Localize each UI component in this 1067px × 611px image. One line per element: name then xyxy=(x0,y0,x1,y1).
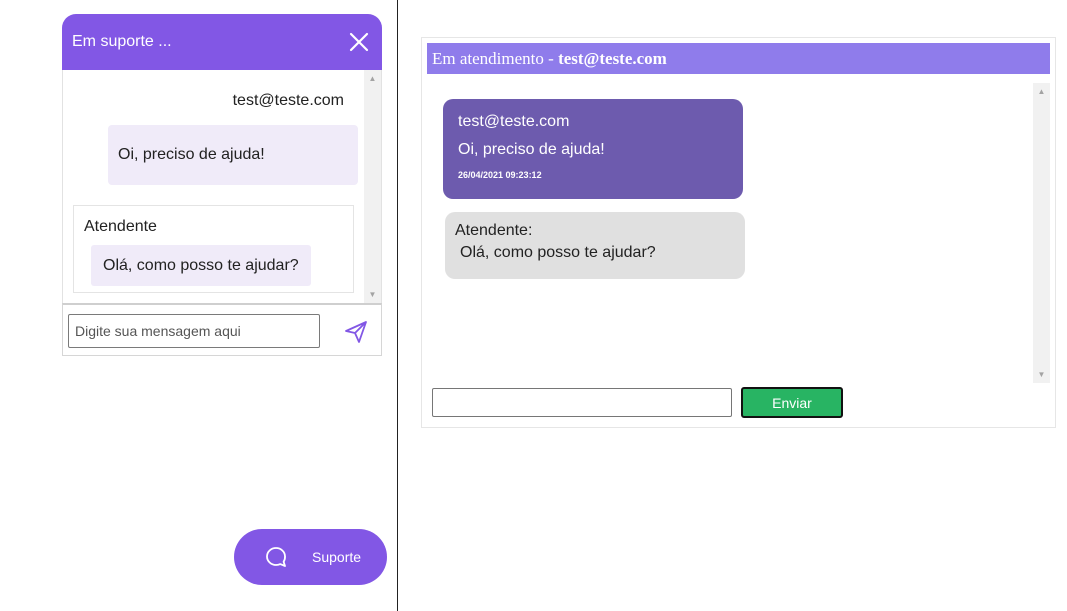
vertical-divider xyxy=(397,0,398,611)
agent-chat-panel: Em atendimento - test@teste.com test@tes… xyxy=(421,37,1056,428)
support-button[interactable]: Suporte xyxy=(234,529,387,585)
panel-message-input[interactable] xyxy=(432,388,732,417)
widget-composer xyxy=(62,303,382,356)
user-message-text: Oi, preciso de ajuda! xyxy=(118,146,265,163)
send-icon[interactable] xyxy=(343,319,369,345)
widget-header: Em suporte ... xyxy=(62,14,382,70)
agent-message-text: Olá, como posso te ajudar? xyxy=(103,256,299,274)
panel-header: Em atendimento - test@teste.com xyxy=(427,43,1050,74)
panel-title-prefix: Em atendimento - xyxy=(432,48,559,68)
message-input[interactable] xyxy=(68,314,320,348)
widget-message-list: test@teste.com Oi, preciso de ajuda! Ate… xyxy=(63,70,364,303)
widget-scrollbar[interactable]: ▲ ▼ xyxy=(364,70,381,303)
panel-user-text: Oi, preciso de ajuda! xyxy=(458,141,605,158)
panel-agent-label: Atendente: xyxy=(455,222,533,239)
user-author-label: test@teste.com xyxy=(232,92,344,109)
widget-title: Em suporte ... xyxy=(72,33,172,50)
scroll-up-icon[interactable]: ▲ xyxy=(1033,83,1050,100)
panel-agent-text: Olá, como posso te ajudar? xyxy=(460,244,656,261)
chat-icon xyxy=(266,547,286,567)
send-button[interactable]: Enviar xyxy=(741,387,843,418)
support-chat-widget: Em suporte ... test@teste.com Oi, precis… xyxy=(62,14,382,356)
panel-user-timestamp: 26/04/2021 09:23:12 xyxy=(458,170,542,180)
user-message-bubble: Oi, preciso de ajuda! xyxy=(108,125,358,185)
support-button-label: Suporte xyxy=(312,549,362,565)
scroll-up-icon[interactable]: ▲ xyxy=(364,70,381,87)
panel-title-email: test@teste.com xyxy=(558,48,667,68)
agent-author-label: Atendente xyxy=(84,218,157,235)
scroll-down-icon[interactable]: ▼ xyxy=(1033,366,1050,383)
panel-messages-area[interactable]: test@teste.com Oi, preciso de ajuda! 26/… xyxy=(427,83,1050,383)
panel-user-message: test@teste.com Oi, preciso de ajuda! 26/… xyxy=(443,99,743,199)
close-icon[interactable] xyxy=(348,31,370,53)
scroll-down-icon[interactable]: ▼ xyxy=(364,286,381,303)
panel-scrollbar[interactable]: ▲ ▼ xyxy=(1033,83,1050,383)
panel-user-email: test@teste.com xyxy=(458,113,570,130)
agent-message-bubble: Olá, como posso te ajudar? xyxy=(91,245,311,286)
widget-messages-area[interactable]: test@teste.com Oi, preciso de ajuda! Ate… xyxy=(62,70,382,303)
agent-message-block: Atendente Olá, como posso te ajudar? xyxy=(73,205,354,293)
panel-agent-message: Atendente: Olá, como posso te ajudar? xyxy=(445,212,745,279)
